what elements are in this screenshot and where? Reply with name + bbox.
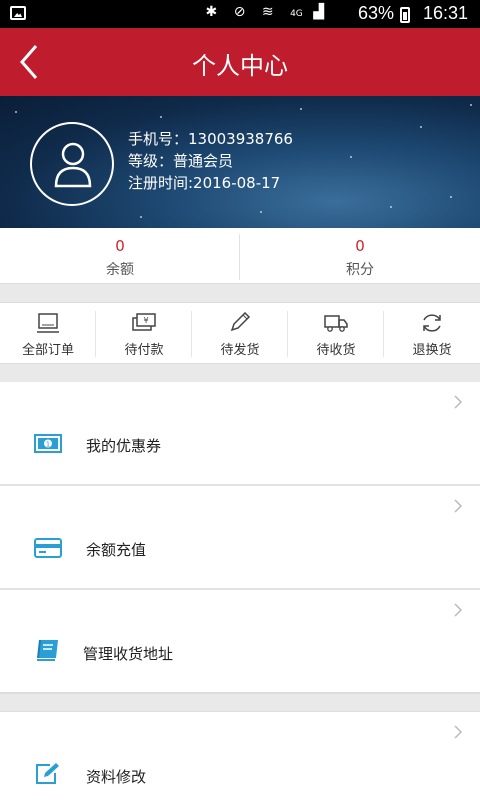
card-icon (34, 538, 62, 558)
menu-item-coupons[interactable]: 1 我的优惠券 (0, 382, 480, 484)
menu-item-label: 余额充值 (86, 541, 147, 559)
svg-text:¥: ¥ (143, 316, 148, 325)
order-tab-pending-shipment[interactable]: 待发货 (192, 303, 288, 365)
order-status-bar: 全部订单 ¥ 待付款 待发货 待收货 退换货 (0, 302, 480, 364)
chevron-right-icon (454, 725, 463, 739)
menu-item-label: 资料修改 (86, 768, 147, 786)
battery-icon (400, 7, 410, 23)
balance-panel: 0 余额 0 积分 (0, 228, 480, 284)
points-item[interactable]: 0 积分 (240, 228, 480, 284)
return-exchange-icon (423, 314, 441, 332)
status-bar: ✱ ⊘ ≋ 4G ▟ 63% 16:31 (0, 0, 480, 28)
menu-item-label: 我的优惠券 (86, 437, 162, 455)
points-label: 积分 (346, 262, 374, 278)
menu-item-address[interactable]: 管理收货地址 (0, 590, 480, 692)
order-tab-label: 退换货 (412, 343, 452, 358)
all-orders-icon (37, 313, 59, 333)
address-book-icon (37, 639, 58, 661)
pending-receipt-icon (324, 315, 348, 332)
order-tab-label: 待付款 (124, 343, 164, 358)
battery-level: 63% (357, 3, 394, 23)
menu-item-recharge[interactable]: 余额充值 (0, 486, 480, 588)
order-tab-label: 待收货 (316, 343, 356, 358)
order-tab-label: 待发货 (220, 343, 260, 358)
pending-payment-icon: ¥ (132, 313, 156, 331)
order-tab-all[interactable]: 全部订单 (0, 303, 96, 365)
clock: 16:31 (422, 3, 468, 23)
order-tab-label: 全部订单 (21, 343, 74, 358)
section-gap (0, 692, 480, 712)
chevron-right-icon (454, 603, 463, 617)
order-tab-pending-payment[interactable]: ¥ 待付款 (96, 303, 192, 365)
status-icons: ✱ ⊘ ≋ 4G ▟ (205, 4, 330, 20)
balance-value: 0 (115, 237, 125, 255)
menu-item-edit-profile[interactable]: 资料修改 (0, 712, 480, 800)
svg-text:1: 1 (46, 441, 50, 449)
app-header: 个人中心 (0, 28, 480, 96)
order-tab-return-exchange[interactable]: 退换货 (384, 303, 480, 365)
edit-icon (36, 763, 59, 784)
chevron-right-icon (454, 395, 463, 409)
member-level: 等级：普通会员 (128, 152, 234, 170)
register-date: 注册时间:2016-08-17 (128, 174, 281, 192)
chevron-right-icon (454, 499, 463, 513)
profile-banner: 手机号：13003938766 等级：普通会员 注册时间:2016-08-17 (0, 96, 480, 228)
user-icon (54, 142, 92, 188)
balance-item[interactable]: 0 余额 (0, 228, 240, 284)
pending-shipment-icon (230, 312, 251, 332)
menu-item-label: 管理收货地址 (83, 645, 174, 663)
page-title: 个人中心 (192, 52, 288, 80)
avatar[interactable] (30, 122, 114, 206)
points-value: 0 (355, 237, 365, 255)
coupon-icon: 1 (34, 434, 62, 453)
gallery-icon (10, 6, 26, 20)
phone-number: 手机号：13003938766 (128, 130, 293, 148)
order-tab-pending-receipt[interactable]: 待收货 (288, 303, 384, 365)
profile-info: 手机号：13003938766 等级：普通会员 注册时间:2016-08-17 (128, 128, 293, 194)
balance-label: 余额 (106, 262, 134, 278)
